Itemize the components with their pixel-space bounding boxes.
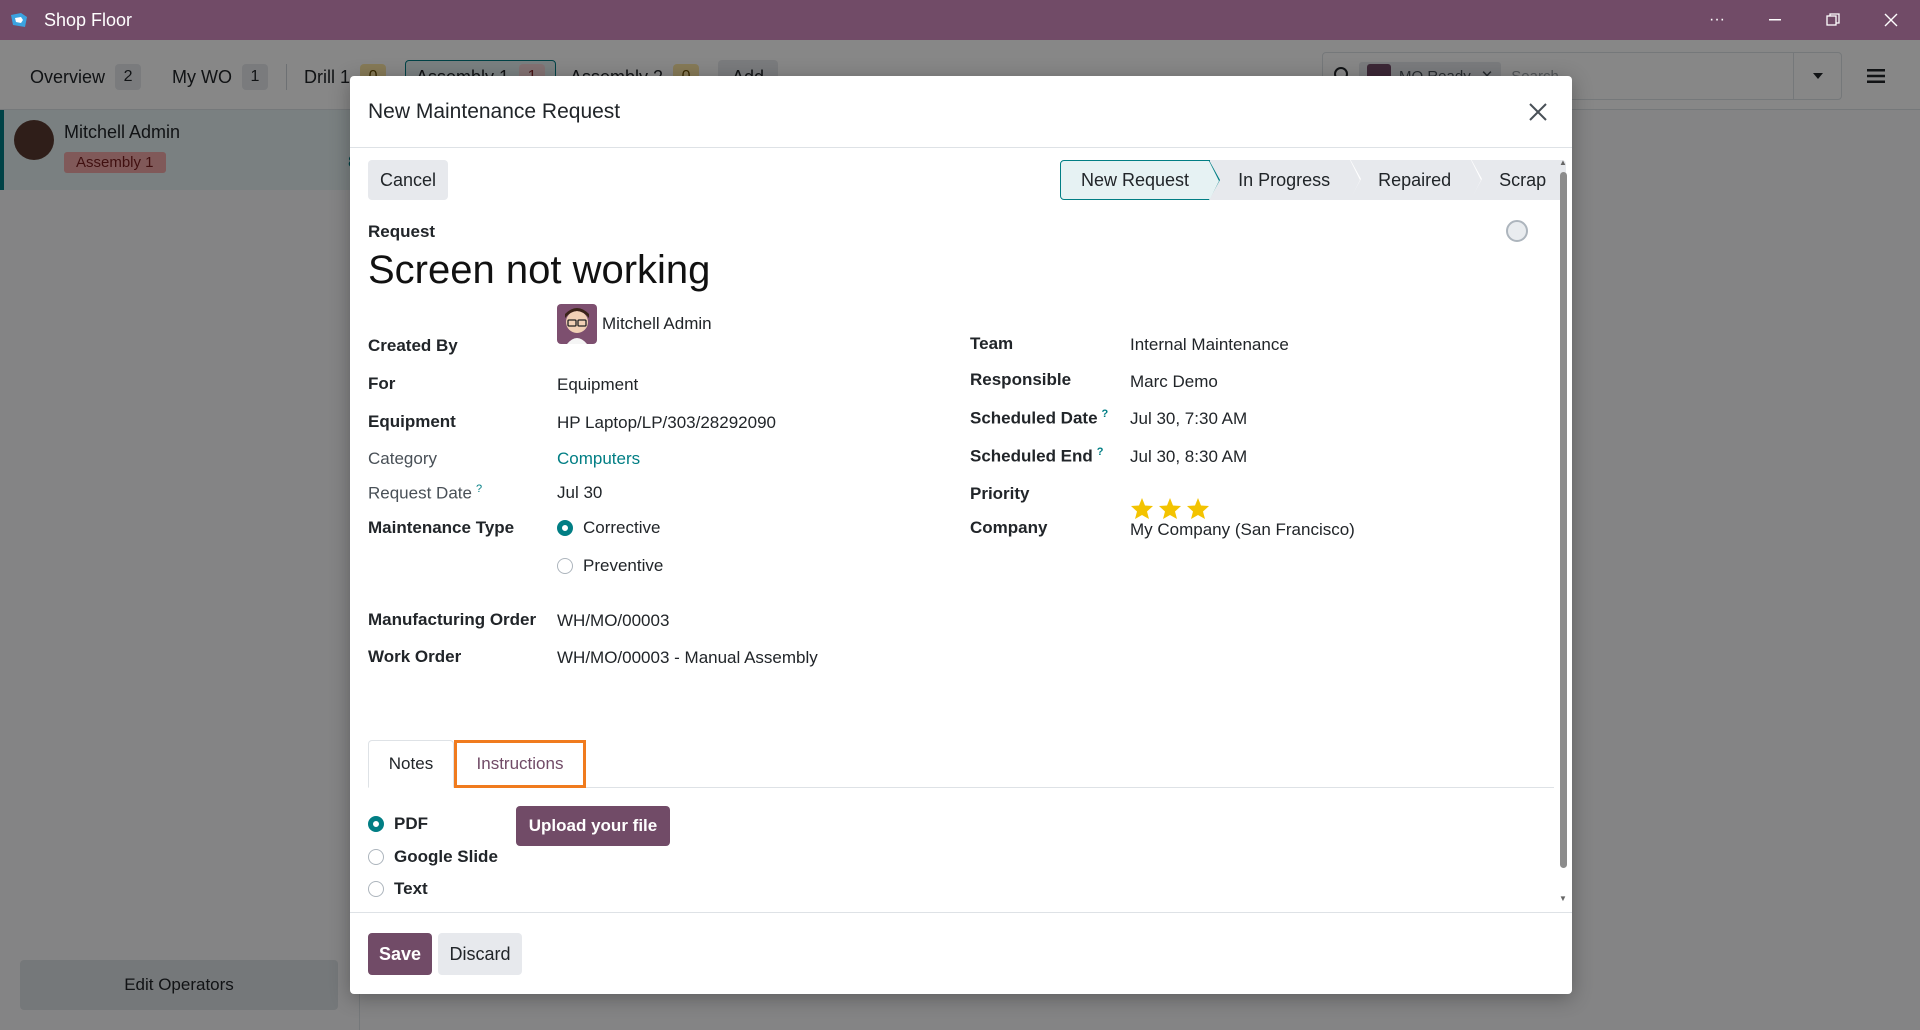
help-icon[interactable]: ? bbox=[1102, 408, 1109, 420]
tab-notes[interactable]: Notes bbox=[368, 740, 454, 788]
dialog-header: New Maintenance Request bbox=[350, 76, 1572, 148]
pdf-option-label: PDF bbox=[394, 814, 428, 833]
scroll-up-icon[interactable]: ▲ bbox=[1558, 158, 1568, 168]
scrollbar-thumb[interactable] bbox=[1560, 172, 1567, 868]
window-titlebar: Shop Floor ··· bbox=[0, 0, 1920, 40]
save-button[interactable]: Save bbox=[368, 933, 432, 975]
restore-icon[interactable] bbox=[1804, 0, 1862, 40]
team-label: Team bbox=[970, 334, 1014, 353]
for-select[interactable]: Equipment bbox=[557, 375, 638, 395]
window-title: Shop Floor bbox=[44, 9, 133, 30]
work-order-field[interactable]: WH/MO/00003 - Manual Assembly bbox=[557, 648, 818, 668]
more-options-icon[interactable]: ··· bbox=[1688, 0, 1746, 40]
maintenance-request-dialog: New Maintenance Request Cancel New Reque… bbox=[350, 76, 1572, 994]
dialog-scrollbar[interactable]: ▲ ▼ bbox=[1558, 158, 1568, 904]
preventive-radio[interactable] bbox=[557, 558, 573, 574]
notebook-tabs: Notes Instructions bbox=[368, 740, 1554, 788]
close-window-icon[interactable] bbox=[1862, 0, 1920, 40]
help-icon[interactable]: ? bbox=[476, 483, 482, 495]
stage-new-request[interactable]: New Request bbox=[1060, 160, 1221, 201]
work-order-label: Work Order bbox=[368, 647, 462, 666]
category-label: Category bbox=[368, 449, 437, 468]
for-label: For bbox=[368, 374, 396, 393]
request-date-field[interactable]: Jul 30 bbox=[557, 483, 602, 503]
upload-file-button[interactable]: Upload your file bbox=[516, 806, 670, 846]
company-label: Company bbox=[970, 518, 1048, 537]
responsible-label: Responsible bbox=[970, 370, 1072, 389]
created-by-value[interactable]: Mitchell Admin bbox=[602, 314, 712, 334]
tab-instructions[interactable]: Instructions bbox=[454, 740, 586, 788]
scheduled-end-label: Scheduled End? bbox=[970, 446, 1104, 466]
manufacturing-order-label: Manufacturing Order bbox=[368, 610, 537, 629]
priority-label: Priority bbox=[970, 484, 1030, 503]
star-icon[interactable] bbox=[1186, 497, 1210, 520]
star-icon[interactable] bbox=[1158, 497, 1182, 520]
corrective-option-label: Corrective bbox=[583, 518, 661, 537]
manufacturing-order-field[interactable]: WH/MO/00003 bbox=[557, 611, 669, 631]
pdf-radio[interactable] bbox=[368, 816, 384, 832]
scheduled-date-field[interactable]: Jul 30, 7:30 AM bbox=[1130, 409, 1247, 429]
scheduled-end-field[interactable]: Jul 30, 8:30 AM bbox=[1130, 447, 1247, 467]
text-radio[interactable] bbox=[368, 881, 384, 897]
preventive-option-label: Preventive bbox=[583, 556, 664, 575]
dialog-title: New Maintenance Request bbox=[368, 100, 621, 123]
request-label: Request bbox=[368, 222, 436, 241]
stage-repaired[interactable]: Repaired bbox=[1350, 159, 1483, 200]
category-link[interactable]: Computers bbox=[557, 449, 640, 469]
equipment-label: Equipment bbox=[368, 412, 456, 431]
minimize-icon[interactable] bbox=[1746, 0, 1804, 40]
equipment-field[interactable]: HP Laptop/LP/303/28292090 bbox=[557, 413, 776, 433]
dialog-footer: Save Discard bbox=[350, 912, 1572, 994]
company-field[interactable]: My Company (San Francisco) bbox=[1130, 520, 1355, 540]
discard-button[interactable]: Discard bbox=[438, 933, 522, 975]
team-field[interactable]: Internal Maintenance bbox=[1130, 335, 1289, 355]
request-title-input[interactable]: Screen not working bbox=[368, 248, 710, 293]
cancel-button[interactable]: Cancel bbox=[368, 160, 448, 200]
responsible-field[interactable]: Marc Demo bbox=[1130, 372, 1218, 392]
kanban-state-icon[interactable] bbox=[1506, 220, 1528, 242]
google-slide-radio[interactable] bbox=[368, 849, 384, 865]
google-slide-option-label: Google Slide bbox=[394, 847, 498, 866]
created-by-label: Created By bbox=[368, 336, 458, 355]
corrective-radio[interactable] bbox=[557, 520, 573, 536]
priority-stars bbox=[1130, 497, 1210, 520]
app-logo-icon bbox=[8, 9, 30, 31]
dialog-body: Cancel New Request In Progress Repaired … bbox=[350, 148, 1572, 912]
close-icon[interactable] bbox=[1524, 98, 1552, 126]
stage-in-progress[interactable]: In Progress bbox=[1210, 159, 1362, 200]
help-icon[interactable]: ? bbox=[1097, 446, 1104, 458]
stage-scrap[interactable]: Scrap bbox=[1471, 160, 1567, 200]
stage-statusbar: New Request In Progress Repaired Scrap bbox=[1060, 159, 1567, 201]
avatar bbox=[557, 304, 597, 344]
request-date-label: Request Date? bbox=[368, 483, 483, 503]
scheduled-date-label: Scheduled Date? bbox=[970, 408, 1109, 428]
star-icon[interactable] bbox=[1130, 497, 1154, 520]
scroll-down-icon[interactable]: ▼ bbox=[1558, 894, 1568, 904]
maintenance-type-label: Maintenance Type bbox=[368, 518, 515, 537]
text-option-label: Text bbox=[394, 879, 428, 898]
